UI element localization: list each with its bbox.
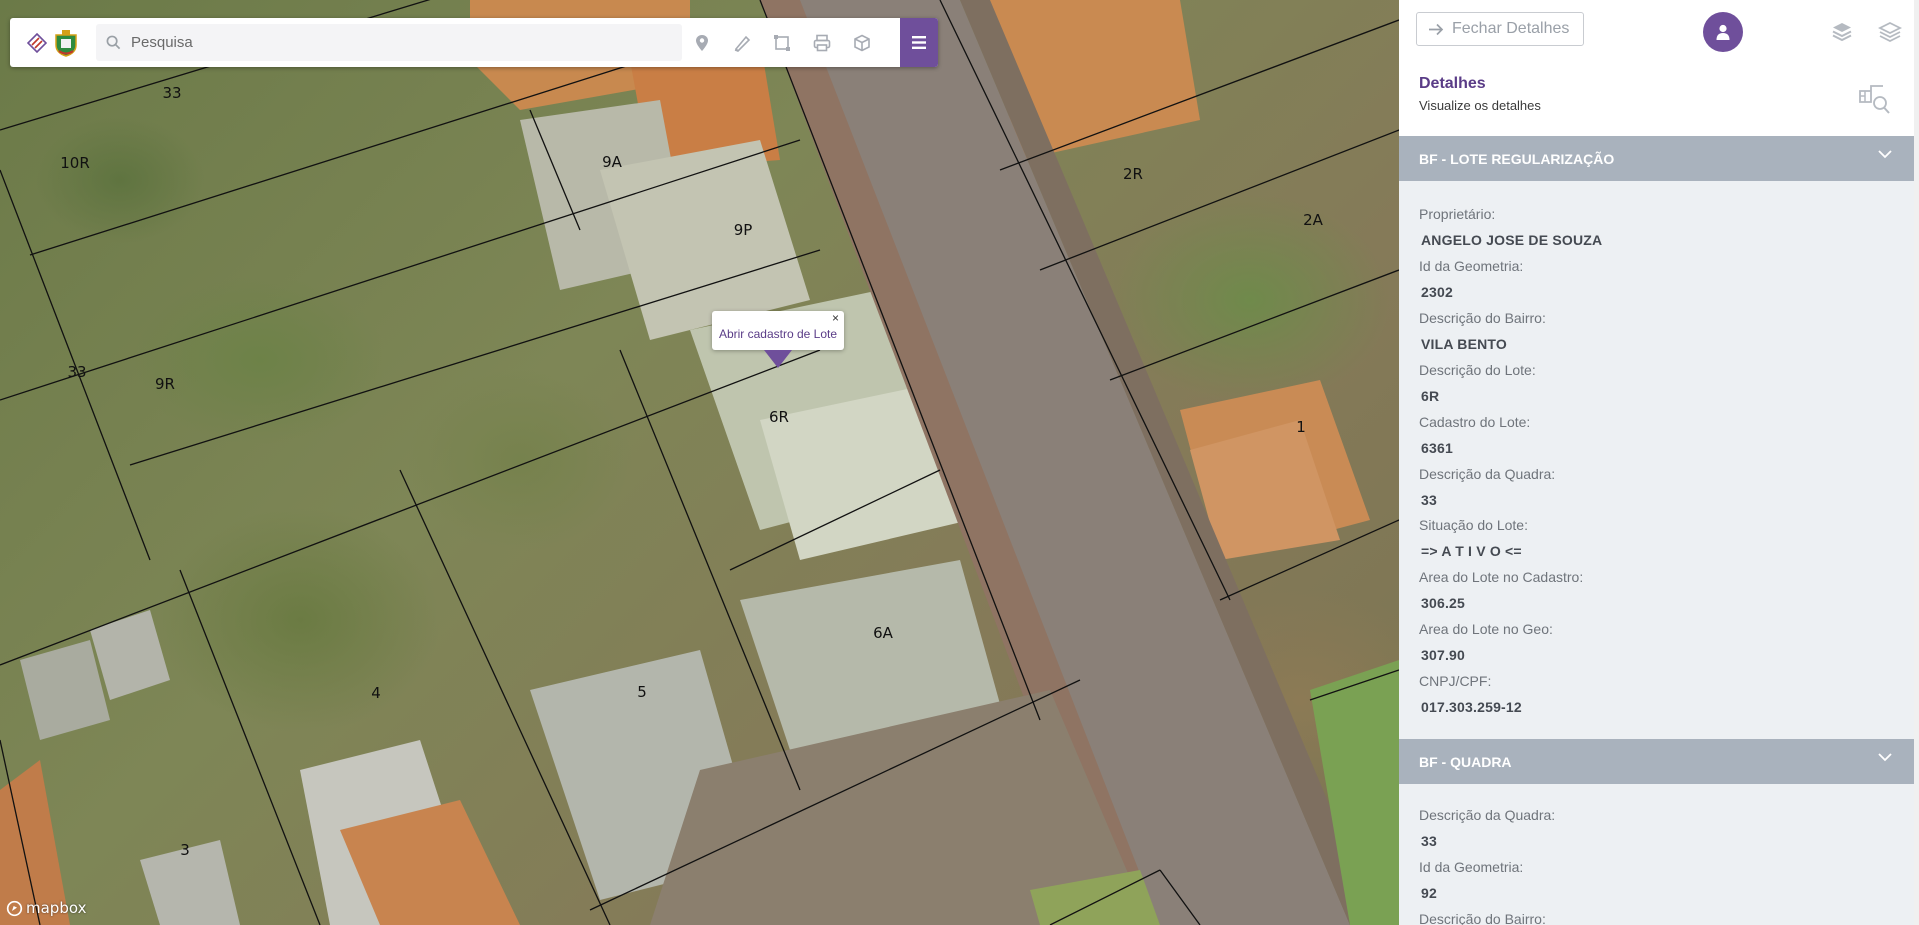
field-label: Area do Lote no Cadastro:	[1419, 569, 1584, 585]
lot-label[interactable]: 9R	[155, 375, 175, 393]
lot-label[interactable]: 10R	[60, 154, 90, 172]
close-details-button[interactable]: Fechar Detalhes	[1416, 12, 1584, 46]
field-label: Descrição da Quadra:	[1419, 466, 1556, 482]
lot-label[interactable]: 3	[180, 841, 190, 859]
chevron-down-icon	[1878, 753, 1892, 762]
section-title: BF - LOTE REGULARIZAÇÃO	[1419, 150, 1615, 167]
field-value: 33	[1421, 833, 1437, 849]
map-imagery	[0, 0, 1399, 925]
search-input[interactable]	[129, 33, 653, 52]
measure-area-button[interactable]	[762, 18, 802, 67]
hamburger-icon	[912, 36, 926, 49]
section-title: BF - QUADRA	[1419, 753, 1512, 770]
field-label: Id da Geometria:	[1419, 258, 1524, 274]
field-label: Descrição do Bairro:	[1419, 310, 1546, 326]
section-lote-regularizacao-header[interactable]: BF - LOTE REGULARIZAÇÃO	[1399, 136, 1914, 181]
lot-label[interactable]: 6A	[873, 624, 893, 642]
field-value: 307.90	[1421, 647, 1466, 663]
field-value: ANGELO JOSE DE SOUZA	[1421, 232, 1603, 248]
field-value: 6R	[1421, 388, 1440, 404]
field-label: Descrição da Quadra:	[1419, 807, 1556, 823]
brand-logo-icon	[27, 32, 47, 53]
field-value: 33	[1421, 492, 1437, 508]
lot-label[interactable]: 2R	[1123, 165, 1143, 183]
field-label: CNPJ/CPF:	[1419, 673, 1492, 689]
details-title: Detalhes	[1419, 75, 1486, 92]
field-label: Id da Geometria:	[1419, 859, 1524, 875]
mapbox-attribution[interactable]: mapbox	[6, 899, 86, 917]
lot-label[interactable]: 2A	[1303, 211, 1323, 229]
section-lote-regularizacao-body: Proprietário: ANGELO JOSE DE SOUZA Id da…	[1399, 181, 1914, 739]
print-button[interactable]	[802, 18, 842, 67]
lot-label[interactable]: 1	[1296, 418, 1306, 436]
user-icon	[1716, 24, 1730, 40]
parcel-search-icon[interactable]	[1857, 82, 1891, 116]
city-crest-icon	[55, 29, 77, 57]
marker-tool-button[interactable]	[682, 18, 722, 67]
search-icon	[106, 35, 121, 50]
details-heading: Detalhes Visualize os detalhes	[1419, 75, 1541, 113]
panel-header: Fechar Detalhes	[1399, 0, 1919, 62]
map-marker-icon[interactable]	[764, 350, 792, 368]
3d-view-button[interactable]	[842, 18, 882, 67]
popup-close-icon[interactable]: ×	[832, 311, 839, 325]
section-quadra-header[interactable]: BF - QUADRA	[1399, 739, 1914, 784]
field-label: Descrição do Bairro:	[1419, 911, 1546, 925]
details-subtitle: Visualize os detalhes	[1419, 98, 1541, 113]
area-icon	[774, 34, 790, 51]
panel-scrollbar[interactable]	[1914, 0, 1919, 925]
lot-label[interactable]: 33	[162, 84, 181, 102]
search-box[interactable]	[96, 24, 682, 61]
menu-button[interactable]	[900, 18, 938, 67]
layers-stack-icon	[1832, 23, 1852, 42]
field-value: 6361	[1421, 440, 1453, 456]
close-details-label: Fechar Detalhes	[1452, 20, 1570, 37]
field-value: 2302	[1421, 284, 1453, 300]
field-value: 92	[1421, 885, 1437, 901]
app-logo[interactable]	[10, 18, 96, 67]
lot-label[interactable]: 33	[67, 363, 86, 381]
lot-label[interactable]: 6R	[769, 408, 789, 426]
layers-icon	[1878, 21, 1902, 43]
field-label: Area do Lote no Geo:	[1419, 621, 1553, 637]
print-icon	[813, 34, 831, 51]
lot-label[interactable]: 9A	[602, 153, 622, 171]
field-value: 306.25	[1421, 595, 1466, 611]
mapbox-text: mapbox	[26, 899, 87, 917]
measure-distance-button[interactable]	[722, 18, 762, 67]
field-label: Cadastro do Lote:	[1419, 414, 1531, 430]
layers-button[interactable]	[1876, 18, 1904, 46]
lot-label[interactable]: 4	[371, 684, 381, 702]
map-view[interactable]: 33 10R 9A 9P 2R 2A 33 9R 6R 1 6A 4 5 3 A…	[0, 0, 1399, 925]
section-quadra-body: Descrição da Quadra: 33 Id da Geometria:…	[1399, 784, 1914, 925]
cube-icon	[854, 34, 870, 51]
map-popup[interactable]: Abrir cadastro de Lote ×	[712, 311, 844, 350]
base-layer-button[interactable]	[1828, 18, 1856, 46]
ruler-icon	[734, 35, 751, 52]
field-label: Situação do Lote:	[1419, 517, 1528, 533]
lot-label[interactable]: 5	[637, 683, 647, 701]
field-value: => A T I V O <=	[1421, 543, 1522, 559]
arrow-right-icon	[1429, 23, 1444, 35]
field-label: Descrição do Lote:	[1419, 362, 1536, 378]
user-avatar-button[interactable]	[1703, 12, 1743, 52]
lot-label[interactable]: 9P	[734, 221, 753, 239]
marker-icon	[696, 34, 708, 51]
field-label: Proprietário:	[1419, 206, 1496, 222]
field-value: VILA BENTO	[1421, 336, 1508, 352]
popup-link[interactable]: Abrir cadastro de Lote	[719, 327, 837, 341]
map-toolbar	[10, 18, 938, 67]
field-value: 017.303.259-12	[1421, 699, 1522, 715]
chevron-down-icon	[1878, 150, 1892, 159]
mapbox-logo-icon	[6, 900, 23, 916]
details-panel: Fechar Detalhes Detalhes Visualize os de…	[1399, 0, 1919, 925]
